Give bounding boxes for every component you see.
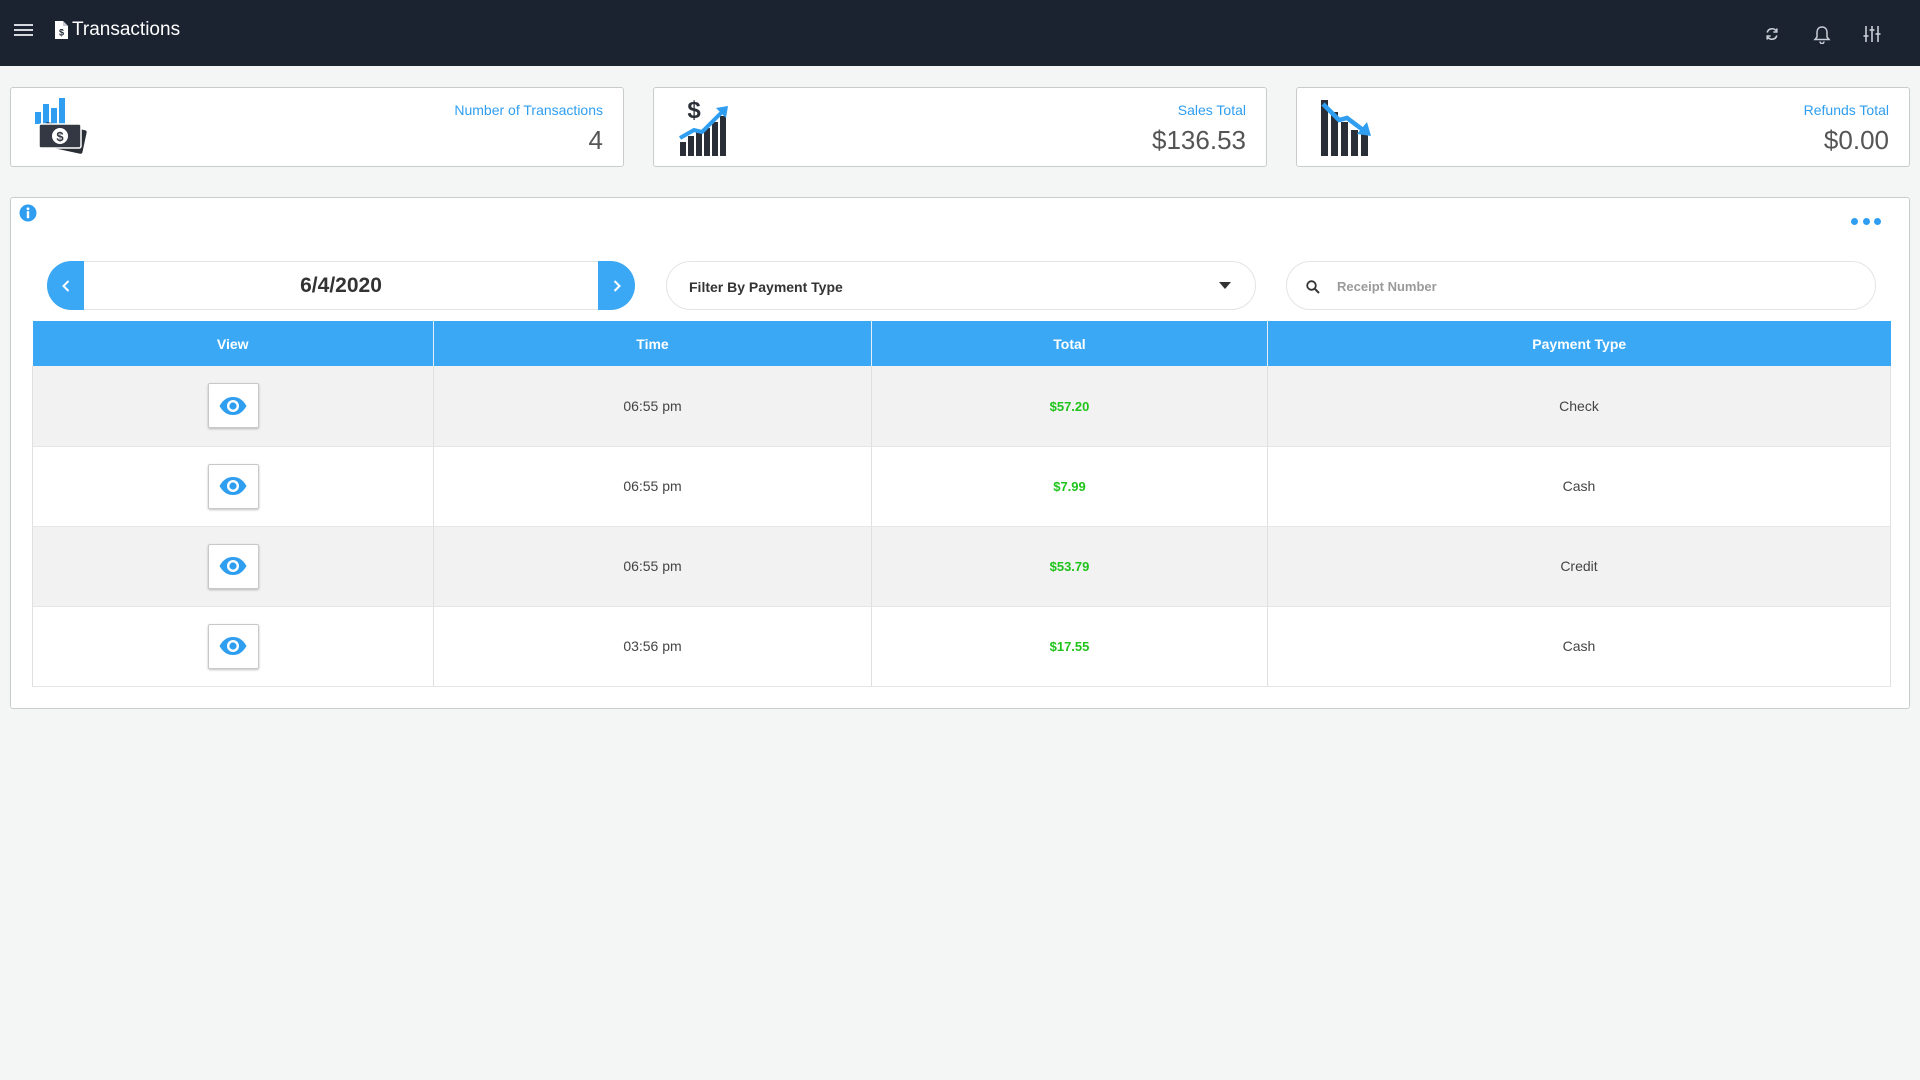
bell-icon[interactable]: [1810, 22, 1834, 46]
stat-card-refunds: Refunds Total $0.00: [1296, 87, 1910, 167]
chevron-right-icon: [613, 279, 621, 292]
svg-text:$: $: [56, 129, 64, 144]
eye-icon: [219, 637, 247, 655]
table-header-row: View Time Total Payment Type: [32, 321, 1891, 366]
receipt-search: [1286, 261, 1876, 310]
payment-type-filter[interactable]: Filter By Payment Type: [666, 261, 1256, 310]
next-date-button[interactable]: [598, 261, 635, 310]
table-row: 03:56 pm $17.55 Cash: [32, 606, 1891, 687]
info-icon[interactable]: [19, 204, 37, 222]
svg-text:$: $: [59, 28, 64, 38]
transactions-panel: 6/4/2020 Filter By Payment Type View Tim…: [10, 197, 1910, 709]
receipt-number-input[interactable]: [1337, 272, 1857, 300]
column-header-payment-type[interactable]: Payment Type: [1267, 321, 1891, 366]
caret-down-icon: [1219, 282, 1231, 289]
payment-type-cell: Check: [1267, 366, 1891, 447]
previous-date-button[interactable]: [47, 261, 84, 310]
page-title: Transactions: [72, 19, 181, 40]
payment-type-cell: Cash: [1267, 606, 1891, 687]
filter-label: Filter By Payment Type: [689, 279, 843, 295]
sales-growth-icon: $: [679, 97, 728, 156]
transactions-table: View Time Total Payment Type 06:55 pm $5…: [32, 321, 1891, 687]
eye-icon: [219, 477, 247, 495]
table-row: 06:55 pm $53.79 Credit: [32, 526, 1891, 607]
total-cell: $57.20: [871, 366, 1268, 447]
total-amount: $17.55: [1049, 639, 1090, 654]
payment-type-cell: Credit: [1267, 526, 1891, 607]
view-cell: [32, 366, 434, 447]
sliders-icon[interactable]: [1860, 22, 1884, 46]
time-cell: 06:55 pm: [433, 526, 872, 607]
stat-label: Number of Transactions: [454, 102, 603, 118]
current-date: 6/4/2020: [300, 274, 382, 297]
refunds-decline-icon: [1321, 100, 1371, 156]
top-actions: [1734, 22, 1884, 46]
table-row: 06:55 pm $7.99 Cash: [32, 446, 1891, 527]
more-options-icon[interactable]: [1851, 218, 1881, 228]
stat-card-transactions: $ Number of Transactions 4: [10, 87, 624, 167]
total-amount: $7.99: [1053, 479, 1086, 494]
menu-icon[interactable]: [14, 21, 34, 41]
view-transaction-button[interactable]: [207, 383, 259, 429]
total-amount: $57.20: [1049, 398, 1090, 414]
svg-text:$: $: [687, 97, 701, 124]
chevron-left-icon: [61, 279, 69, 292]
table-row: 06:55 pm $57.20 Check: [32, 366, 1891, 447]
total-amount: $53.79: [1049, 559, 1090, 574]
column-header-view[interactable]: View: [32, 321, 434, 366]
total-cell: $7.99: [871, 446, 1268, 527]
payment-type-cell: Cash: [1267, 446, 1891, 527]
time-cell: 06:55 pm: [433, 446, 872, 527]
time-cell: 03:56 pm: [433, 606, 872, 687]
top-bar: $ Transactions: [0, 0, 1920, 66]
column-header-time[interactable]: Time: [433, 321, 872, 366]
stat-card-sales: $ Sales Total $136.53: [653, 87, 1267, 167]
total-cell: $53.79: [871, 526, 1268, 607]
stat-value: $0.00: [1823, 125, 1889, 155]
refresh-icon[interactable]: [1760, 22, 1784, 46]
transactions-chart-icon: $: [35, 98, 87, 154]
eye-icon: [219, 557, 247, 575]
document-dollar-icon: $: [55, 21, 68, 39]
view-cell: [32, 606, 434, 687]
date-navigator: 6/4/2020: [47, 261, 635, 310]
view-cell: [32, 446, 434, 527]
time-cell: 06:55 pm: [433, 366, 872, 447]
view-cell: [32, 526, 434, 607]
view-transaction-button[interactable]: [207, 623, 259, 669]
stat-value: $136.53: [1152, 125, 1246, 155]
total-cell: $17.55: [871, 606, 1268, 687]
stat-label: Sales Total: [1177, 102, 1246, 118]
page-title-group: $ Transactions: [54, 19, 180, 41]
view-transaction-button[interactable]: [207, 463, 259, 509]
column-header-total[interactable]: Total: [871, 321, 1268, 366]
view-transaction-button[interactable]: [207, 543, 259, 589]
stat-label: Refunds Total: [1803, 102, 1889, 118]
eye-icon: [219, 396, 247, 415]
search-icon: [1306, 280, 1320, 294]
stat-value: 4: [588, 125, 603, 155]
